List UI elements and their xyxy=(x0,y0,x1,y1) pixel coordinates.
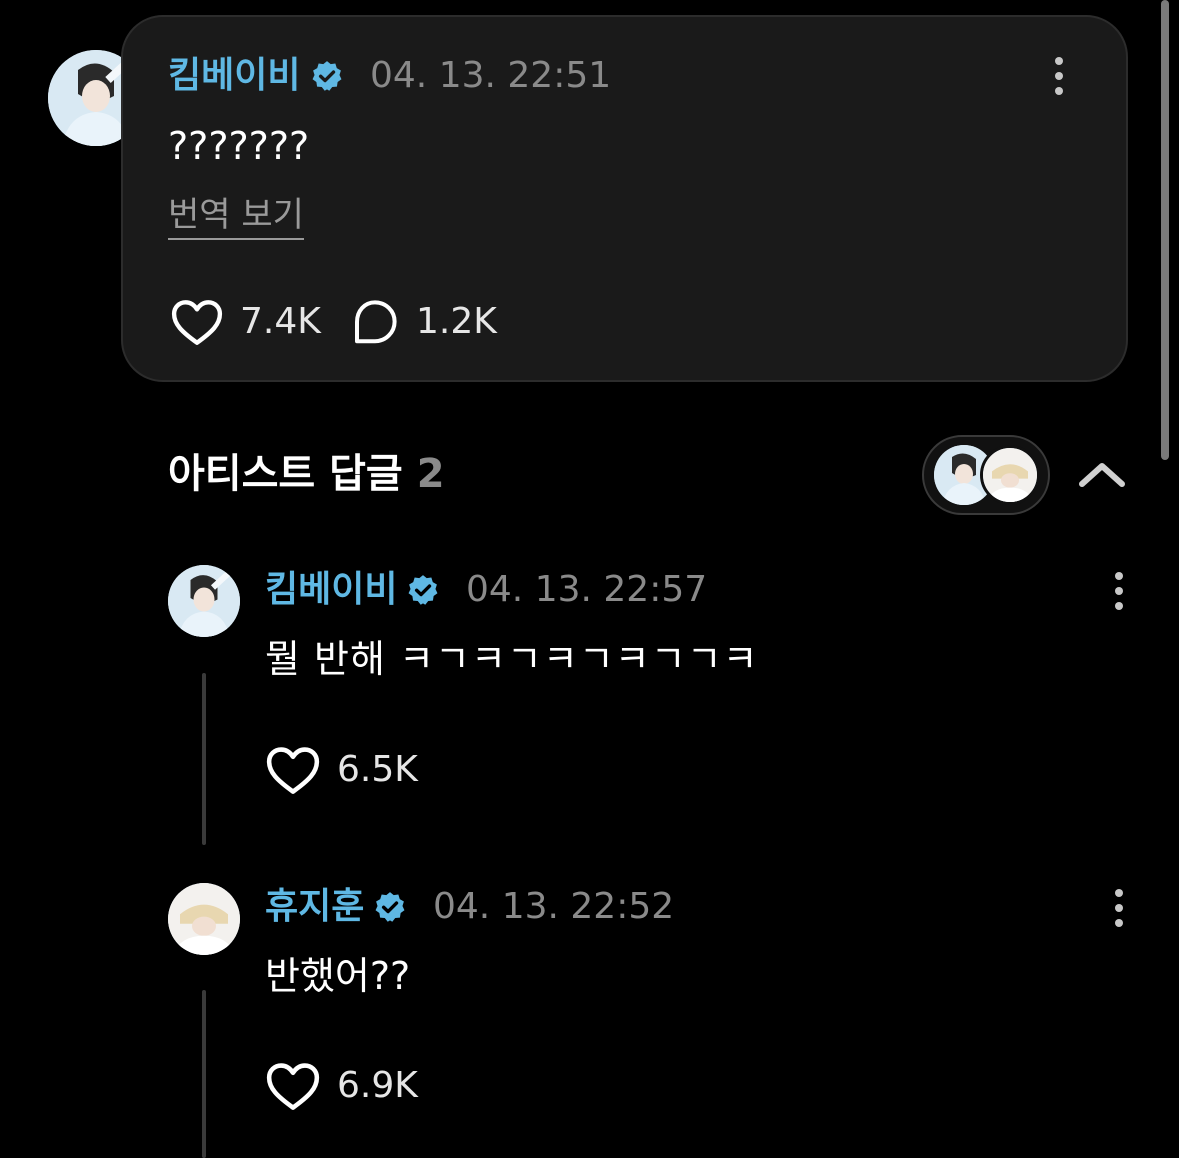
avatar[interactable] xyxy=(168,565,240,637)
like-button[interactable]: 7.4K xyxy=(170,298,321,346)
like-count: 6.9K xyxy=(337,1065,418,1106)
verified-badge-icon xyxy=(312,61,342,91)
thread-line xyxy=(202,673,206,845)
section-title-label: 아티스트 답글 xyxy=(168,451,403,497)
reply-author[interactable]: 킴베이비 xyxy=(265,572,397,608)
thread-line xyxy=(202,990,206,1158)
comment-text: ??????? xyxy=(168,124,310,168)
reply-text: 뭘 반해 ㅋㄱㅋㄱㅋㄱㅋㄱㄱㅋ xyxy=(265,637,759,681)
comment-thread-screen: 킴베이비 04. 13. 22:51 ??????? 번역 보기 7.4K 1.… xyxy=(0,0,1179,1158)
heart-icon xyxy=(171,300,223,345)
comment-author[interactable]: 킴베이비 xyxy=(168,58,300,94)
artist-replies-title: 아티스트 답글 2 xyxy=(168,454,445,494)
heart-icon xyxy=(266,1063,320,1110)
reply-author[interactable]: 휴지훈 xyxy=(265,889,364,925)
verified-badge-icon xyxy=(375,892,405,922)
translate-link[interactable]: 번역 보기 xyxy=(168,198,304,240)
more-vertical-icon[interactable] xyxy=(1053,57,1065,102)
chevron-up-icon[interactable] xyxy=(1078,458,1126,490)
more-vertical-icon[interactable] xyxy=(1113,889,1125,934)
more-vertical-icon[interactable] xyxy=(1113,572,1125,617)
comment-bubble-icon xyxy=(355,300,397,344)
heart-icon xyxy=(266,747,320,794)
reply-text: 반했어?? xyxy=(265,954,411,998)
scrollbar[interactable] xyxy=(1161,0,1169,460)
reply-timestamp: 04. 13. 22:52 xyxy=(433,886,675,927)
like-button[interactable]: 6.5K xyxy=(265,745,418,795)
verified-badge-icon xyxy=(408,575,438,605)
artist-avatars-pill[interactable] xyxy=(922,435,1050,515)
like-count: 6.5K xyxy=(337,749,418,790)
avatar[interactable] xyxy=(168,883,240,955)
like-button[interactable]: 6.9K xyxy=(265,1061,418,1111)
avatar xyxy=(980,445,1040,505)
comment-timestamp: 04. 13. 22:51 xyxy=(370,55,612,96)
reply-count: 1.2K xyxy=(416,301,497,342)
comment-button[interactable]: 1.2K xyxy=(350,298,497,346)
section-reply-count: 2 xyxy=(416,451,445,497)
like-count: 7.4K xyxy=(240,301,321,342)
reply-timestamp: 04. 13. 22:57 xyxy=(466,569,708,610)
